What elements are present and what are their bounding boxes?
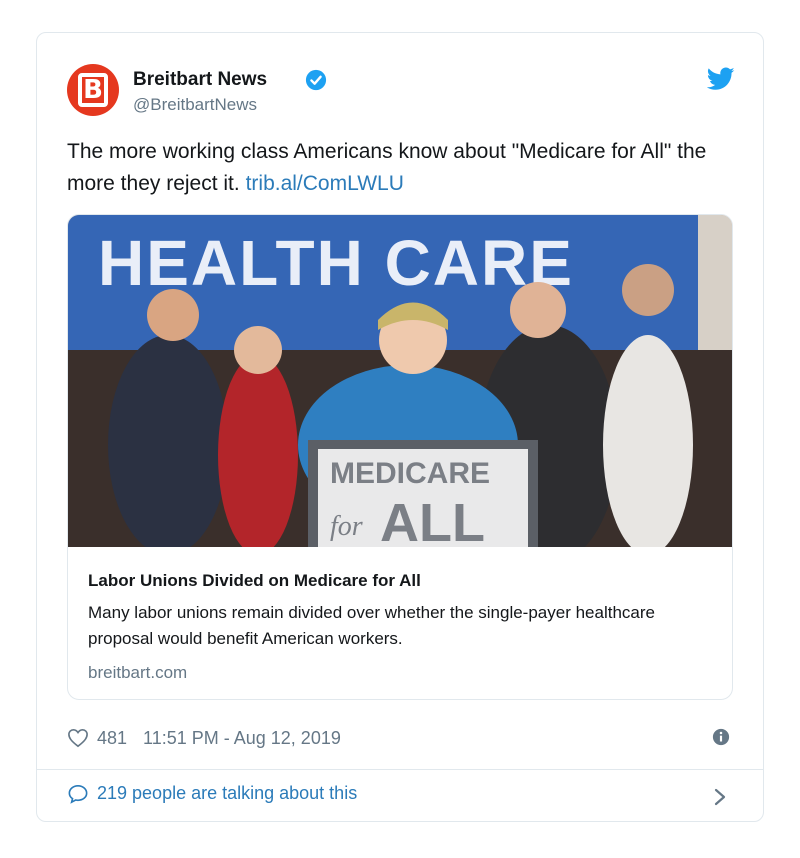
- podium-line2: ALL: [380, 493, 485, 547]
- tweet-link[interactable]: trib.al/ComLWLU: [246, 172, 404, 195]
- speech-bubble-icon: [68, 784, 88, 804]
- avatar[interactable]: B: [67, 64, 119, 116]
- twitter-bird-icon[interactable]: [707, 67, 735, 91]
- tweet-meta: 481 11:51 PM - Aug 12, 2019: [67, 723, 341, 753]
- card-title[interactable]: Labor Unions Divided on Medicare for All: [88, 571, 421, 591]
- author-name[interactable]: Breitbart News: [133, 69, 267, 91]
- talking-label: 219 people are talking about this: [97, 783, 358, 803]
- banner-text: HEALTH CARE: [98, 227, 574, 299]
- heart-icon[interactable]: [67, 728, 89, 748]
- verified-badge-icon: [305, 69, 327, 91]
- tweet-text: The more working class Americans know ab…: [67, 136, 727, 200]
- podium-for: for: [330, 511, 363, 542]
- author-handle[interactable]: @BreitbartNews: [133, 95, 257, 115]
- like-count[interactable]: 481: [97, 728, 127, 749]
- card-description: Many labor unions remain divided over wh…: [88, 603, 655, 648]
- tweet-embed: B Breitbart News @BreitbartNews The more…: [36, 32, 764, 822]
- divider: [37, 769, 763, 770]
- timestamp[interactable]: 11:51 PM - Aug 12, 2019: [143, 728, 341, 749]
- chevron-right-icon[interactable]: [713, 787, 727, 807]
- card-photo: HEALTH CARE MEDICARE for ALL: [68, 215, 732, 547]
- avatar-letter: B: [78, 73, 108, 107]
- link-card[interactable]: HEALTH CARE MEDICARE for ALL Labor Union…: [67, 214, 733, 700]
- card-domain: breitbart.com: [88, 663, 188, 682]
- conversation-link[interactable]: 219 people are talking about this: [67, 783, 357, 804]
- podium-line1: MEDICARE: [330, 457, 490, 490]
- info-icon[interactable]: [712, 728, 730, 746]
